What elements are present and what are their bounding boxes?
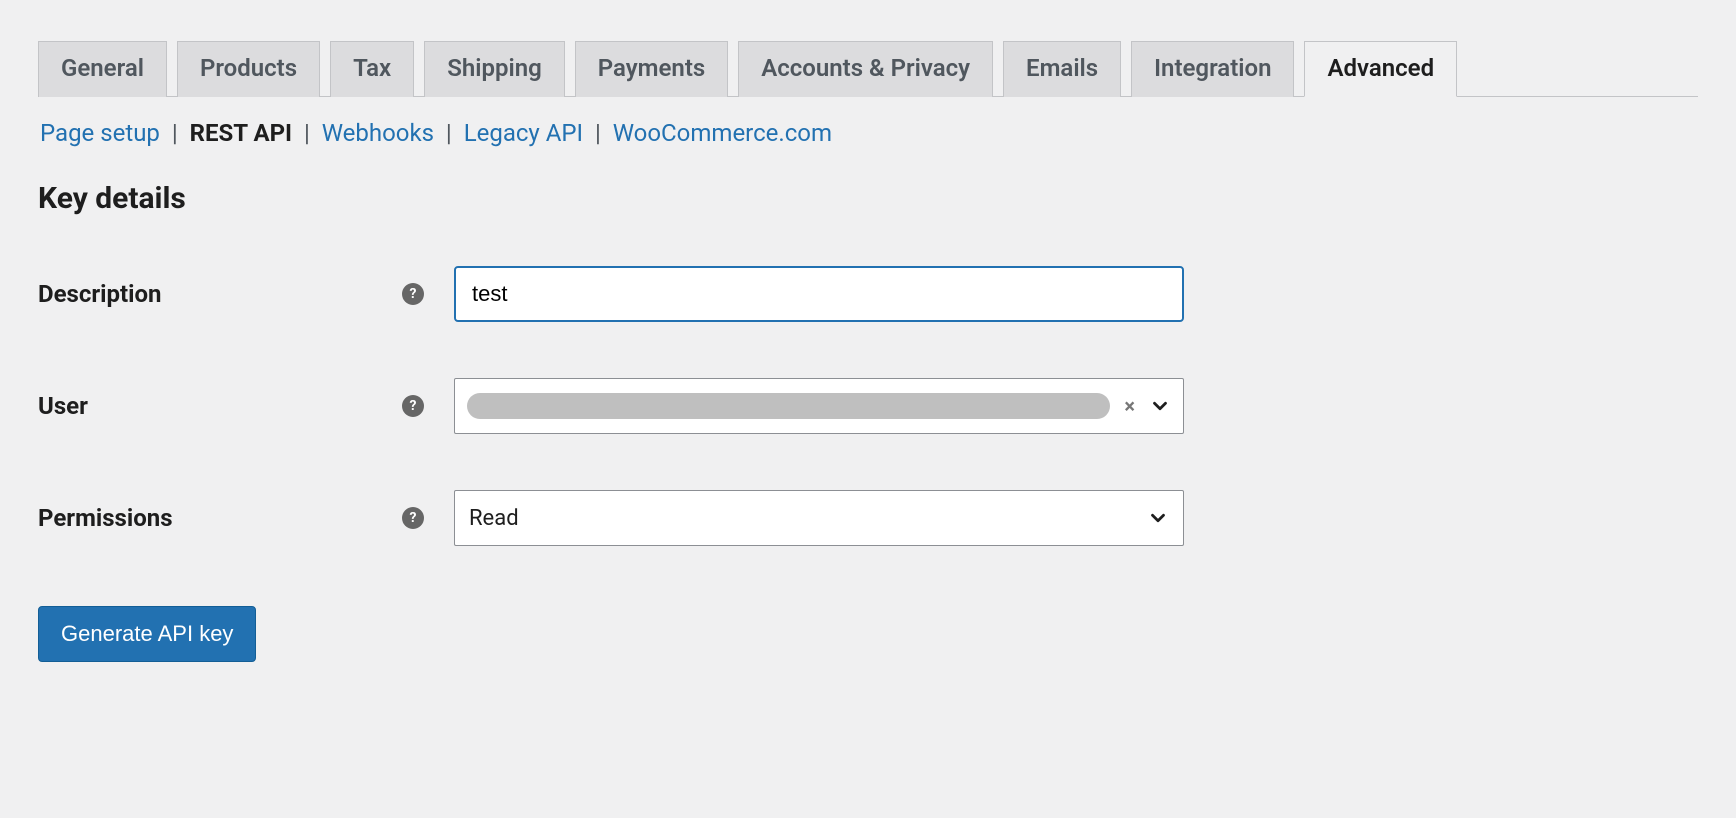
subtab-page-setup[interactable]: Page setup [40, 119, 160, 147]
description-input[interactable] [454, 266, 1184, 322]
permissions-label: Permissions ? [38, 504, 424, 532]
advanced-subtabs: Page setup | REST API | Webhooks | Legac… [40, 119, 1698, 147]
permissions-select[interactable]: Read [454, 490, 1184, 546]
help-icon[interactable]: ? [402, 507, 424, 529]
description-label: Description ? [38, 280, 424, 308]
section-title: Key details [38, 181, 1698, 216]
tab-advanced[interactable]: Advanced [1304, 41, 1457, 97]
tab-emails[interactable]: Emails [1003, 41, 1121, 97]
tab-general[interactable]: General [38, 41, 167, 97]
user-selected-pill [467, 393, 1110, 419]
tab-integration[interactable]: Integration [1131, 41, 1294, 97]
tab-products[interactable]: Products [177, 41, 320, 97]
help-icon[interactable]: ? [402, 283, 424, 305]
tab-shipping[interactable]: Shipping [424, 41, 565, 97]
help-icon[interactable]: ? [402, 395, 424, 417]
tab-payments[interactable]: Payments [575, 41, 728, 97]
close-icon[interactable]: × [1120, 394, 1139, 418]
generate-api-key-button[interactable]: Generate API key [38, 606, 256, 662]
subtab-legacy-api[interactable]: Legacy API [464, 119, 583, 147]
tab-tax[interactable]: Tax [330, 41, 414, 97]
user-label: User ? [38, 392, 424, 420]
user-select[interactable]: × [454, 378, 1184, 434]
subtab-webhooks[interactable]: Webhooks [322, 119, 434, 147]
chevron-down-icon [1149, 395, 1171, 417]
subtab-rest-api[interactable]: REST API [190, 119, 292, 147]
chevron-down-icon [1147, 507, 1169, 529]
permissions-value: Read [469, 506, 519, 531]
subtab-woocommerce-com[interactable]: WooCommerce.com [613, 119, 832, 147]
settings-tabs: General Products Tax Shipping Payments A… [38, 40, 1698, 97]
tab-accounts-privacy[interactable]: Accounts & Privacy [738, 41, 993, 97]
